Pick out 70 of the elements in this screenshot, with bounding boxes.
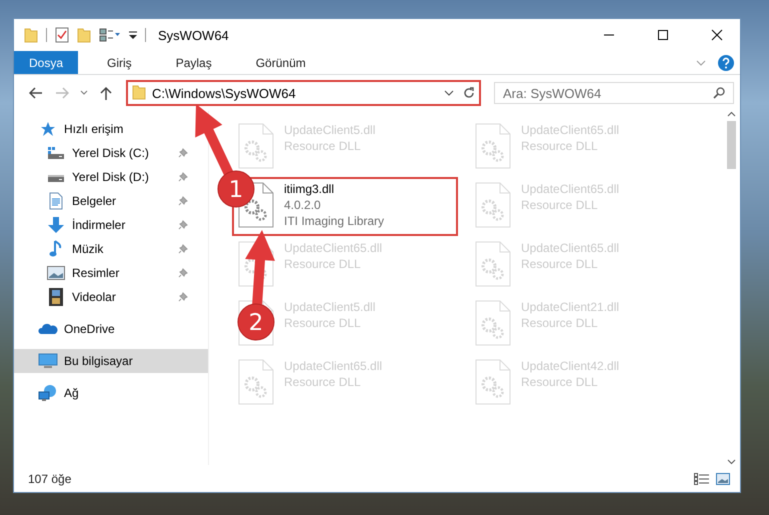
monitor-icon: [38, 353, 58, 369]
music-note-icon: [49, 240, 63, 258]
file-detail: 4.0.2.0: [284, 197, 322, 213]
pin-icon: [178, 292, 188, 302]
close-icon: [711, 29, 723, 41]
step-number-badge: 2: [238, 304, 274, 340]
scrollbar-thumb[interactable]: [727, 121, 736, 169]
step-number-badge: 1: [218, 170, 254, 208]
pin-icon: [178, 148, 188, 158]
file-detail: ITI Imaging Library: [284, 213, 384, 229]
chevron-up-icon[interactable]: [727, 111, 736, 117]
details-view-icon[interactable]: [694, 472, 710, 484]
address-field[interactable]: C:\Windows\SysWOW64: [126, 80, 481, 106]
nav-item[interactable]: OneDrive: [14, 317, 192, 341]
nav-item[interactable]: Yerel Disk (D:): [14, 165, 192, 189]
search-field[interactable]: Ara: SysWOW64: [494, 82, 734, 104]
nav-item[interactable]: Resimler: [14, 261, 192, 285]
item-count: 107 öğe: [28, 472, 72, 486]
properties-icon[interactable]: [55, 27, 69, 43]
refresh-icon[interactable]: [462, 87, 474, 99]
dll-file-icon: [473, 358, 513, 406]
search-icon: [713, 87, 725, 99]
dll-file-icon: [473, 181, 513, 229]
star-icon: [40, 121, 56, 137]
nav-item[interactable]: Videolar: [14, 285, 192, 309]
pin-icon: [178, 172, 188, 182]
nav-item[interactable]: Ağ: [14, 381, 192, 405]
folder-icon: [24, 27, 38, 43]
up-arrow-icon: [100, 86, 112, 100]
chevron-down-icon[interactable]: [727, 459, 736, 465]
nav-item[interactable]: Belgeler: [14, 189, 192, 213]
dll-file-icon: [473, 122, 513, 170]
file-name: itiimg3.dll: [284, 181, 336, 197]
nav-item[interactable]: Bu bilgisayar: [14, 349, 208, 373]
document-icon: [49, 192, 63, 210]
pin-icon: [178, 244, 188, 254]
help-icon[interactable]: [718, 54, 734, 70]
dll-file-icon: [473, 299, 513, 347]
picture-icon: [47, 266, 65, 280]
expand-ribbon-icon[interactable]: [696, 60, 706, 66]
forward-arrow-icon: [55, 87, 69, 99]
new-folder-icon: [77, 27, 91, 43]
network-icon: [38, 384, 58, 402]
drive-icon: [47, 146, 65, 160]
dll-file-icon: [473, 240, 513, 288]
pin-icon: [178, 268, 188, 278]
maximize-icon: [657, 29, 669, 41]
film-icon: [49, 288, 63, 306]
back-arrow-icon: [29, 87, 43, 99]
nav-item[interactable]: Hızlı erişim: [14, 117, 192, 141]
large-icons-view-icon[interactable]: [716, 472, 730, 484]
ribbon-tab[interactable]: Giriş: [92, 51, 147, 74]
pin-icon: [178, 220, 188, 230]
ribbon-tab[interactable]: Görünüm: [240, 51, 321, 74]
nav-item[interactable]: İndirmeler: [14, 213, 192, 237]
view-dropdown-icon[interactable]: [99, 28, 121, 42]
dll-file-icon: [236, 122, 276, 170]
pin-icon: [178, 196, 188, 206]
down-arrow-icon: [47, 216, 65, 234]
nav-item[interactable]: Yerel Disk (C:): [14, 141, 192, 165]
folder-icon: [132, 84, 146, 100]
ribbon-tab[interactable]: Paylaş: [160, 51, 227, 74]
ribbon-tab[interactable]: Dosya: [14, 51, 78, 74]
chevron-down-icon: [80, 90, 88, 96]
window-title: SysWOW64: [158, 28, 229, 42]
cloud-icon: [38, 323, 58, 335]
customize-toolbar-icon[interactable]: [129, 30, 137, 40]
dll-file-icon: [236, 358, 276, 406]
chevron-down-icon[interactable]: [444, 90, 454, 96]
nav-item[interactable]: Müzik: [14, 237, 192, 261]
